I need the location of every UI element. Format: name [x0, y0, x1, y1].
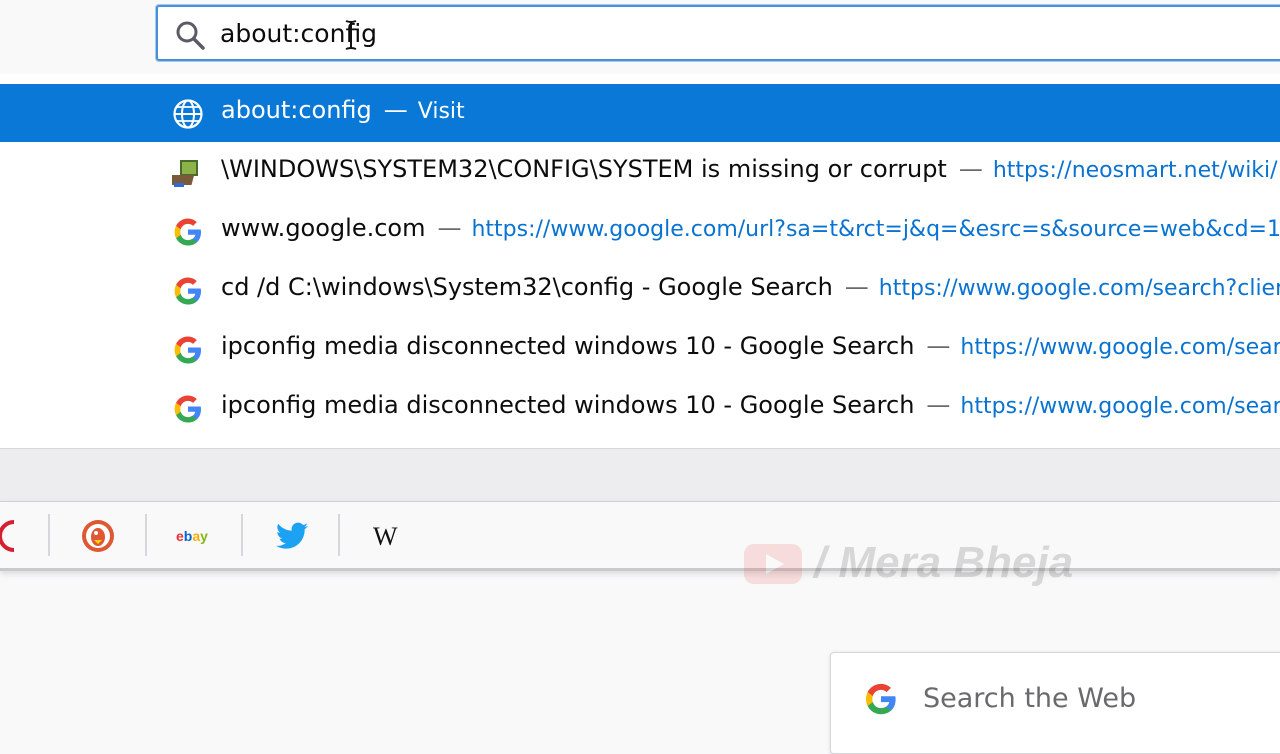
duckduckgo-icon: [82, 520, 114, 552]
suggestion-title: about:config: [221, 96, 372, 124]
bookmark-separator: [145, 514, 147, 556]
suggestion-title: ipconfig media disconnected windows 10 -…: [221, 391, 915, 419]
suggestion-title: www.google.com: [221, 214, 426, 242]
suggestions-dropdown: about:config — Visit \WINDOWS\SYSTEM32\CON…: [0, 74, 1280, 449]
google-favicon-icon: [174, 395, 201, 423]
google-logo-icon: [865, 683, 896, 715]
suggestion-url: https://www.google.com/url?sa=t&rct=j&q=…: [471, 217, 1280, 242]
google-favicon-icon: [174, 336, 201, 364]
suggestion-url: https://www.google.com/search: [960, 394, 1280, 419]
suggestion-url: https://neosmart.net/wiki/: [992, 158, 1278, 183]
suggestion-title: ipconfig media disconnected windows 10 -…: [221, 332, 915, 360]
address-bar[interactable]: [156, 5, 1280, 61]
toolbar: [0, 0, 1280, 75]
suggestion-separator: —: [383, 96, 408, 124]
suggestion-separator: —: [958, 155, 983, 183]
text-cursor-icon: [345, 20, 357, 50]
twitter-icon: [276, 522, 308, 549]
suggestion-action: Visit: [417, 99, 465, 124]
bookmark-separator: [48, 514, 50, 556]
suggestion-row[interactable]: \WINDOWS\SYSTEM32\CONFIG\SYSTEM is missi…: [0, 143, 1280, 201]
suggestion-title: \WINDOWS\SYSTEM32\CONFIG\SYSTEM is missi…: [221, 155, 947, 183]
address-input[interactable]: [220, 13, 1220, 53]
twitter-bookmark[interactable]: [270, 514, 314, 558]
dropdown-footer-gap: [0, 449, 1280, 501]
suggestion-row[interactable]: ipconfig media disconnected windows 10 -…: [0, 379, 1280, 437]
suggestion-separator: —: [844, 273, 869, 301]
suggestion-row[interactable]: ipconfig media disconnected windows 10 -…: [0, 320, 1280, 378]
suggestion-title: cd /d C:\windows\System32\config - Googl…: [221, 273, 833, 301]
cnet-icon: [0, 520, 15, 552]
svg-text:ebay: ebay: [176, 528, 208, 544]
wikipedia-bookmark[interactable]: W: [366, 514, 410, 558]
google-favicon-icon: [174, 277, 201, 305]
suggestion-row[interactable]: cd /d C:\windows\System32\config - Googl…: [0, 261, 1280, 319]
neosmart-favicon-icon: [172, 160, 198, 187]
suggestion-separator: —: [437, 214, 462, 242]
duckduckgo-bookmark[interactable]: [76, 514, 120, 558]
google-favicon-icon: [174, 218, 201, 246]
watermark: / Mera Bheja: [744, 538, 1124, 594]
globe-icon: [173, 99, 203, 129]
suggestion-row[interactable]: www.google.com — https://www.google.com/ur…: [0, 202, 1280, 260]
suggestion-url: https://www.google.com/search: [960, 335, 1280, 360]
web-search-box[interactable]: Search the Web: [830, 652, 1280, 754]
suggestion-row-visit[interactable]: about:config — Visit: [0, 84, 1280, 142]
suggestion-separator: —: [926, 332, 951, 360]
watermark-text: / Mera Bheja: [814, 538, 1074, 587]
search-icon: [176, 21, 205, 50]
bookmark-separator: [338, 514, 340, 556]
bookmark-separator: [241, 514, 243, 556]
cnet-bookmark[interactable]: [0, 514, 28, 558]
search-placeholder: Search the Web: [923, 683, 1137, 714]
youtube-logo-icon: [744, 544, 802, 584]
suggestion-url: https://www.google.com/search?client: [878, 276, 1280, 301]
ebay-bookmark[interactable]: ebay: [174, 514, 218, 558]
svg-text:W: W: [373, 522, 398, 551]
suggestion-separator: —: [926, 391, 951, 419]
ebay-icon: ebay: [176, 528, 208, 544]
wikipedia-icon: W: [373, 522, 398, 551]
